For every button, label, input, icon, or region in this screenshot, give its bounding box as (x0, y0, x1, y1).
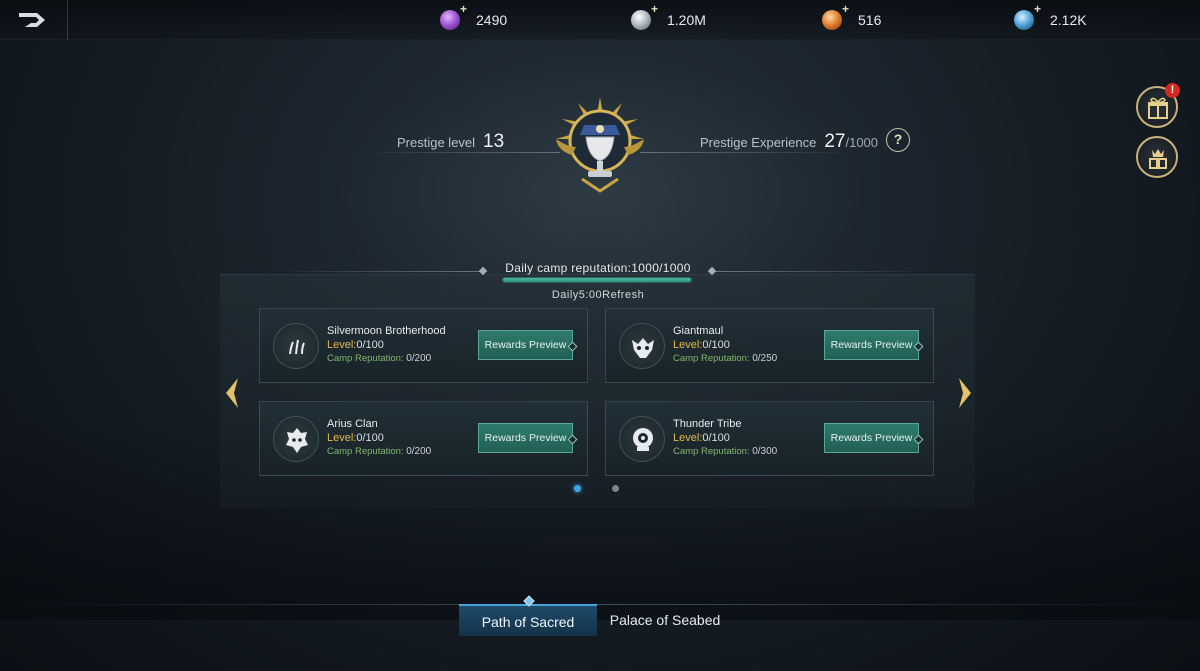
next-page-arrow-icon[interactable] (953, 376, 975, 410)
camp-card-giantmaul: Giantmaul Level:0/100 Camp Reputation: 0… (605, 308, 934, 383)
demon-mask-icon (286, 428, 308, 453)
prestige-exp-label: Prestige Experience (700, 135, 817, 150)
blue-orb-icon: + (1014, 3, 1041, 30)
camp-name: Giantmaul (673, 325, 724, 337)
camp-reputation: Camp Reputation: 0/200 (327, 353, 431, 364)
level-value: 0/100 (702, 339, 730, 351)
prestige-exp-value: 27 (824, 131, 846, 152)
currency-blue[interactable]: + 2.12K (1014, 3, 1087, 32)
page-dot-active[interactable] (574, 485, 581, 492)
camp-level: Level:0/100 (327, 432, 384, 444)
reputation-value: 0/250 (752, 353, 778, 364)
currency-value: 2490 (476, 12, 508, 28)
orange-orb-icon: + (822, 3, 849, 30)
rewards-preview-button[interactable]: Rewards Preview (478, 330, 573, 360)
level-label: Level: (327, 339, 357, 351)
top-bar: + 2490 + 1.20M + 516 + 2.12K (0, 0, 1200, 40)
camp-card-silvermoon: Silvermoon Brotherhood Level:0/100 Camp … (259, 308, 588, 383)
back-arrow-icon (19, 13, 45, 27)
tab-palace-of-seabed[interactable]: Palace of Seabed (596, 604, 734, 636)
level-value: 0/100 (702, 432, 730, 444)
level-label: Level: (673, 339, 703, 351)
prestige-level-label: Prestige level (397, 135, 476, 150)
eye-totem-icon (633, 428, 653, 451)
currency-value: 1.20M (667, 12, 706, 28)
divider (716, 271, 926, 272)
plus-icon[interactable]: + (842, 3, 849, 15)
claw-marks-icon (289, 339, 305, 355)
rewards-preview-button[interactable]: Rewards Preview (478, 423, 573, 453)
notification-badge: ! (1165, 83, 1180, 98)
reputation-value: 0/200 (406, 353, 432, 364)
currency-purple[interactable]: + 2490 (440, 3, 508, 32)
daily-reputation-bar (502, 277, 692, 283)
prestige-experience: Prestige Experience 27 /1000 (700, 131, 878, 153)
ranking-button[interactable] (1136, 136, 1178, 178)
previous-page-arrow-icon[interactable] (222, 376, 244, 410)
reputation-label: Camp Reputation: (673, 353, 750, 364)
camp-card-thunder: Thunder Tribe Level:0/100 Camp Reputatio… (605, 401, 934, 476)
rewards-preview-button[interactable]: Rewards Preview (824, 330, 919, 360)
camp-level: Level:0/100 (327, 339, 384, 351)
reputation-label: Camp Reputation: (327, 353, 404, 364)
page-dot[interactable] (612, 485, 619, 492)
daily-reputation-fill (503, 278, 691, 282)
prestige-trophy-emblem-icon (556, 97, 644, 193)
level-value: 0/100 (356, 339, 384, 351)
camp-name: Thunder Tribe (673, 418, 742, 430)
camp-card-arius: Arius Clan Level:0/100 Camp Reputation: … (259, 401, 588, 476)
rewards-preview-button[interactable]: Rewards Preview (824, 423, 919, 453)
back-button[interactable] (0, 0, 68, 40)
camp-name: Arius Clan (327, 418, 378, 430)
camp-name: Silvermoon Brotherhood (327, 325, 446, 337)
camp-level: Level:0/100 (673, 432, 730, 444)
camp-emblem (273, 416, 319, 462)
prestige-level: Prestige level 13 (397, 131, 504, 153)
currency-orange[interactable]: + 516 (822, 3, 882, 32)
refresh-time-text: Daily5:00Refresh (551, 289, 645, 301)
camp-level: Level:0/100 (673, 339, 730, 351)
gift-box-icon (1148, 97, 1168, 119)
camp-emblem (273, 323, 319, 369)
camp-reputation: Camp Reputation: 0/200 (327, 446, 431, 457)
camp-reputation: Camp Reputation: 0/250 (673, 353, 777, 364)
beast-skull-icon (632, 338, 654, 358)
purple-gem-icon: + (440, 3, 467, 30)
divider (275, 271, 480, 272)
plus-icon[interactable]: + (651, 3, 658, 15)
reputation-value: 0/300 (752, 446, 778, 457)
help-button[interactable]: ? (886, 128, 910, 152)
level-value: 0/100 (356, 432, 384, 444)
camp-emblem (619, 416, 665, 462)
gift-button[interactable]: ! (1136, 83, 1180, 128)
currency-silver[interactable]: + 1.20M (631, 3, 706, 32)
level-label: Level: (673, 432, 703, 444)
plus-icon[interactable]: + (460, 3, 467, 15)
currency-value: 2.12K (1050, 12, 1087, 28)
crown-podium-icon (1149, 149, 1167, 169)
camp-emblem (619, 323, 665, 369)
prestige-level-value: 13 (483, 131, 505, 152)
plus-icon[interactable]: + (1034, 3, 1041, 15)
daily-reputation-text: Daily camp reputation:1000/1000 (505, 261, 691, 275)
reputation-value: 0/200 (406, 446, 432, 457)
level-label: Level: (327, 432, 357, 444)
silver-coin-icon: + (631, 3, 658, 30)
tab-path-of-sacred[interactable]: Path of Sacred (459, 604, 597, 636)
camp-reputation: Camp Reputation: 0/300 (673, 446, 777, 457)
reputation-label: Camp Reputation: (673, 446, 750, 457)
currency-value: 516 (858, 12, 882, 28)
reputation-label: Camp Reputation: (327, 446, 404, 457)
prestige-exp-max: /1000 (845, 135, 879, 150)
